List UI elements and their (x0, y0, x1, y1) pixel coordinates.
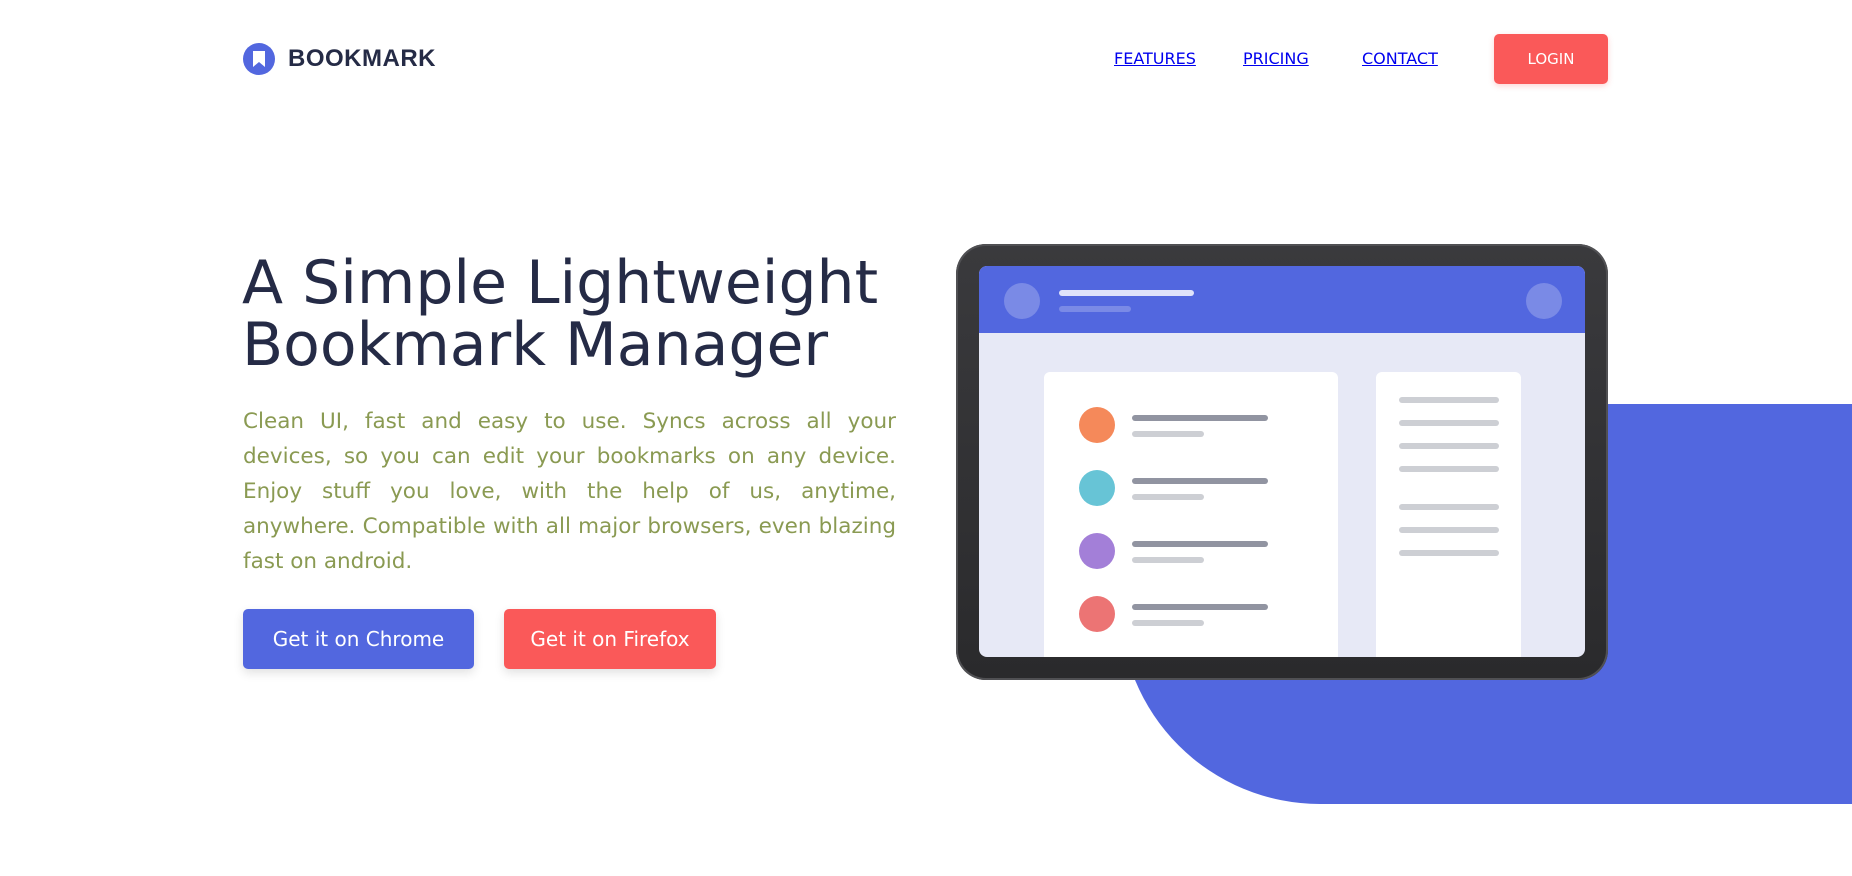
get-firefox-button[interactable]: Get it on Firefox (504, 609, 716, 669)
site-header: BOOKMARK FEATURES PRICING CONTACT LOGIN (0, 0, 1852, 118)
nav-features[interactable]: FEATURES (1114, 49, 1196, 68)
mock-line (1132, 415, 1268, 421)
mock-dot (1079, 470, 1115, 506)
login-button[interactable]: LOGIN (1494, 34, 1608, 84)
mock-line (1399, 420, 1499, 426)
mock-line (1399, 504, 1499, 510)
mock-line (1399, 466, 1499, 472)
mock-line (1132, 604, 1268, 610)
tablet-illustration (956, 244, 1608, 680)
mock-subtitle-line (1059, 306, 1131, 312)
mock-line (1399, 527, 1499, 533)
mock-line (1132, 431, 1204, 437)
mock-app-bar (979, 266, 1585, 333)
mock-line (1399, 443, 1499, 449)
mock-line (1132, 620, 1204, 626)
brand-logo[interactable]: BOOKMARK (243, 42, 436, 76)
mock-line (1132, 541, 1268, 547)
mock-title-line (1059, 290, 1194, 296)
mock-side-card (1376, 372, 1521, 657)
mock-list-card (1044, 372, 1338, 657)
mock-dot (1079, 407, 1115, 443)
tablet-screen (979, 266, 1585, 657)
bookmark-icon (243, 43, 275, 75)
mock-dot (1079, 533, 1115, 569)
mock-avatar (1004, 283, 1040, 319)
mock-line (1132, 557, 1204, 563)
hero-description: Clean UI, fast and easy to use. Syncs ac… (243, 409, 896, 574)
mock-dot (1079, 596, 1115, 632)
hero-title: A Simple Lightweight Bookmark Manager (242, 248, 879, 380)
mock-line (1132, 494, 1204, 500)
mock-line (1132, 478, 1268, 484)
nav-contact[interactable]: CONTACT (1362, 49, 1438, 68)
get-chrome-button[interactable]: Get it on Chrome (243, 609, 474, 669)
mock-menu-circle (1526, 283, 1562, 319)
mock-line (1399, 397, 1499, 403)
nav-pricing[interactable]: PRICING (1243, 49, 1309, 68)
mock-line (1399, 550, 1499, 556)
brand-name: BOOKMARK (288, 45, 436, 72)
